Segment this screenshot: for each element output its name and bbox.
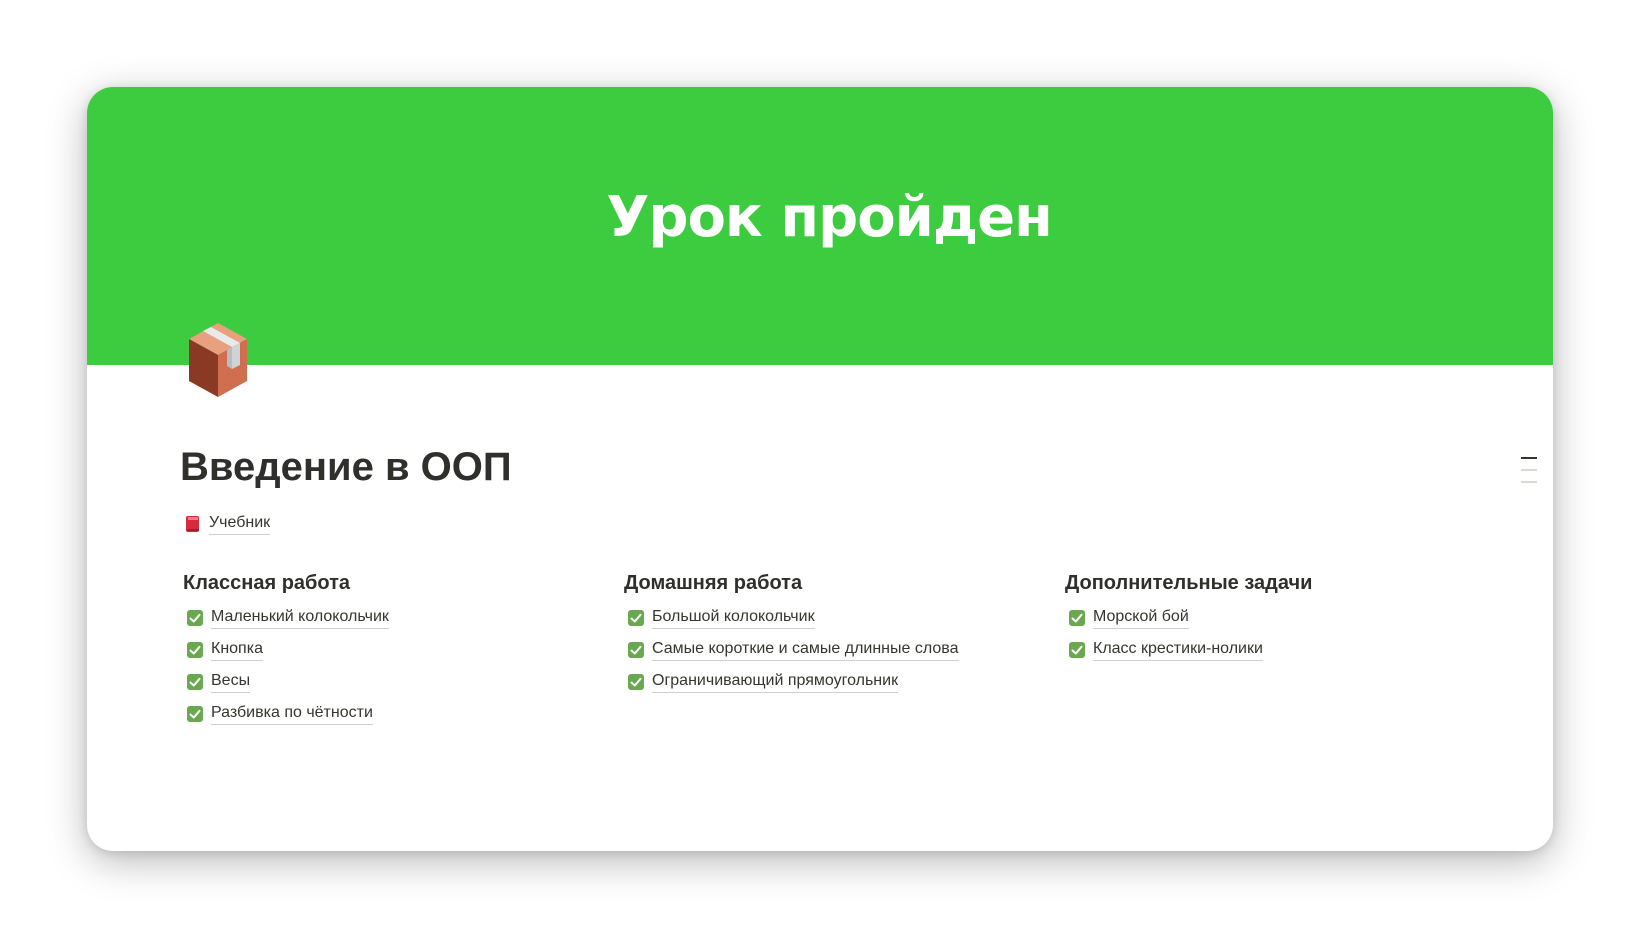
check-box-icon	[1069, 642, 1085, 658]
column-extra-tasks: Дополнительные задачи Морской бой Класс …	[1065, 570, 1485, 666]
table-of-contents-outline[interactable]	[1521, 457, 1537, 483]
red-book-icon	[186, 516, 199, 532]
column-class-work: Классная работа Маленький колокольчик Кн…	[183, 570, 603, 730]
check-box-icon	[628, 674, 644, 690]
check-box-icon	[187, 706, 203, 722]
column-heading: Дополнительные задачи	[1065, 572, 1313, 594]
list-item-label[interactable]: Морской бой	[1093, 607, 1189, 629]
list-item-label[interactable]: Большой колокольчик	[652, 607, 815, 629]
textbook-link-label[interactable]: Учебник	[209, 513, 271, 535]
check-box-icon	[187, 642, 203, 658]
outline-line[interactable]	[1521, 457, 1537, 459]
list-item-label[interactable]: Самые короткие и самые длинные слова	[652, 639, 959, 661]
column-homework: Домашняя работа Большой колокольчик Самы…	[624, 570, 1044, 698]
list-item[interactable]: Весы	[187, 666, 603, 698]
page-title[interactable]: Введение в ООП	[180, 445, 512, 490]
list-item-label[interactable]: Кнопка	[211, 639, 263, 661]
package-box-icon[interactable]	[185, 319, 251, 399]
check-box-icon	[187, 610, 203, 626]
list-item-label[interactable]: Класс крестики-нолики	[1093, 639, 1263, 661]
outline-line[interactable]	[1521, 469, 1537, 471]
column-heading: Классная работа	[183, 572, 351, 594]
check-box-icon	[628, 610, 644, 626]
list-item[interactable]: Маленький колокольчик	[187, 602, 603, 634]
page-window: Урок пройден Введение в ООП Учебник Клас…	[87, 87, 1553, 851]
list-item-label[interactable]: Маленький колокольчик	[211, 607, 389, 629]
list-item-label[interactable]: Разбивка по чётности	[211, 703, 373, 725]
list-item[interactable]: Кнопка	[187, 634, 603, 666]
outline-line[interactable]	[1521, 481, 1537, 483]
list-item[interactable]: Ограничивающий прямоугольник	[628, 666, 1044, 698]
cover-title: Урок пройден	[606, 184, 1053, 250]
cover-banner[interactable]: Урок пройден	[87, 87, 1553, 365]
list-item-label[interactable]: Ограничивающий прямоугольник	[652, 671, 899, 693]
list-item[interactable]: Разбивка по чётности	[187, 698, 603, 730]
list-item[interactable]: Самые короткие и самые длинные слова	[628, 634, 1044, 666]
list-item-label[interactable]: Весы	[211, 671, 251, 693]
list-item[interactable]: Класс крестики-нолики	[1069, 634, 1485, 666]
check-box-icon	[1069, 610, 1085, 626]
list-item[interactable]: Большой колокольчик	[628, 602, 1044, 634]
check-box-icon	[628, 642, 644, 658]
check-box-icon	[187, 674, 203, 690]
column-heading: Домашняя работа	[624, 572, 803, 594]
list-item[interactable]: Морской бой	[1069, 602, 1485, 634]
textbook-link[interactable]: Учебник	[185, 513, 271, 535]
